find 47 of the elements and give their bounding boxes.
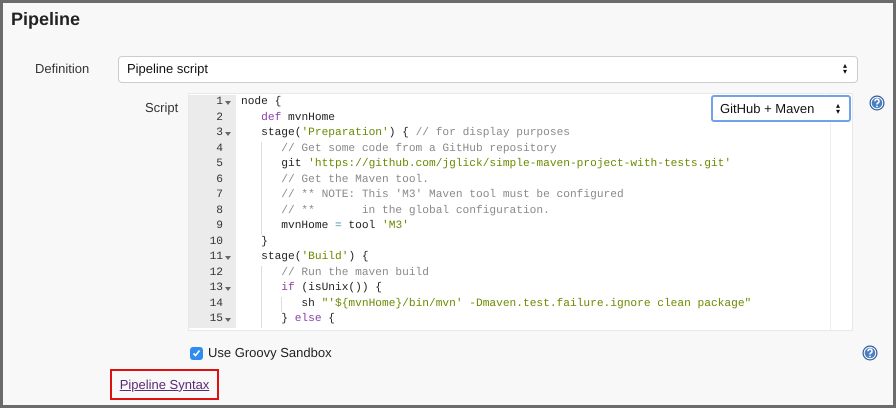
line-number: 13 bbox=[210, 281, 223, 296]
code-line: mvnHome = tool 'M3' bbox=[281, 219, 409, 234]
code-line: // Run the maven build bbox=[281, 266, 429, 280]
code-line: // ** in the global configuration. bbox=[281, 204, 550, 218]
pipeline-syntax-link[interactable]: Pipeline Syntax bbox=[120, 374, 210, 394]
code-line: sh "'${mvnHome}/bin/mvn' -Dmaven.test.failure.ignore clean package" bbox=[301, 296, 752, 312]
code-editor[interactable] bbox=[188, 93, 853, 331]
code-line: stage('Preparation') { // for display purposes bbox=[261, 126, 570, 141]
line-number: 4 bbox=[216, 142, 223, 156]
line-number: 3 bbox=[216, 126, 223, 141]
fold-caret-icon[interactable] bbox=[225, 101, 231, 105]
line-number: 8 bbox=[216, 204, 223, 218]
line-number: 11 bbox=[210, 250, 223, 265]
help-icon[interactable] bbox=[869, 95, 885, 111]
template-select[interactable]: GitHub + Maven ▴▾ bbox=[711, 95, 851, 122]
line-number: 1 bbox=[216, 95, 223, 110]
line-number: 2 bbox=[216, 110, 223, 126]
fold-caret-icon[interactable] bbox=[225, 132, 231, 136]
line-number: 5 bbox=[216, 157, 223, 172]
line-number: 12 bbox=[210, 266, 223, 280]
line-number: 10 bbox=[210, 234, 223, 250]
code-line: def mvnHome bbox=[261, 110, 336, 126]
line-number: 6 bbox=[216, 172, 223, 188]
checkmark-icon bbox=[192, 348, 201, 358]
code-line: } bbox=[261, 234, 268, 250]
section-title: Pipeline bbox=[11, 8, 82, 31]
code-line: git 'https://github.com/jglick/simple-maven-project-with-tests.git' bbox=[281, 157, 732, 172]
definition-label: Definition bbox=[35, 60, 90, 78]
help-icon[interactable] bbox=[862, 345, 878, 361]
code-line: if (isUnix()) { bbox=[281, 281, 382, 296]
line-number: 9 bbox=[216, 219, 223, 234]
code-line: // Get some code from a GitHub repository bbox=[281, 142, 557, 156]
definition-select[interactable]: Pipeline script ▴▾ bbox=[118, 56, 858, 82]
fold-caret-icon[interactable] bbox=[225, 256, 231, 260]
script-label: Script bbox=[145, 99, 180, 117]
code-line: stage('Build') { bbox=[261, 250, 369, 265]
code-line: // ** NOTE: This 'M3' Maven tool must be configured bbox=[281, 188, 624, 203]
code-line: } else { bbox=[281, 312, 336, 327]
fold-caret-icon[interactable] bbox=[225, 287, 231, 291]
line-number: 15 bbox=[210, 312, 223, 327]
fold-caret-icon[interactable] bbox=[225, 318, 231, 322]
line-number: 14 bbox=[210, 296, 223, 312]
line-number: 7 bbox=[216, 188, 223, 203]
sandbox-checkbox[interactable] bbox=[190, 346, 203, 360]
code-line: node { bbox=[241, 95, 282, 110]
sandbox-label: Use Groovy Sandbox bbox=[208, 344, 332, 362]
code-line: // Get the Maven tool. bbox=[281, 172, 429, 188]
